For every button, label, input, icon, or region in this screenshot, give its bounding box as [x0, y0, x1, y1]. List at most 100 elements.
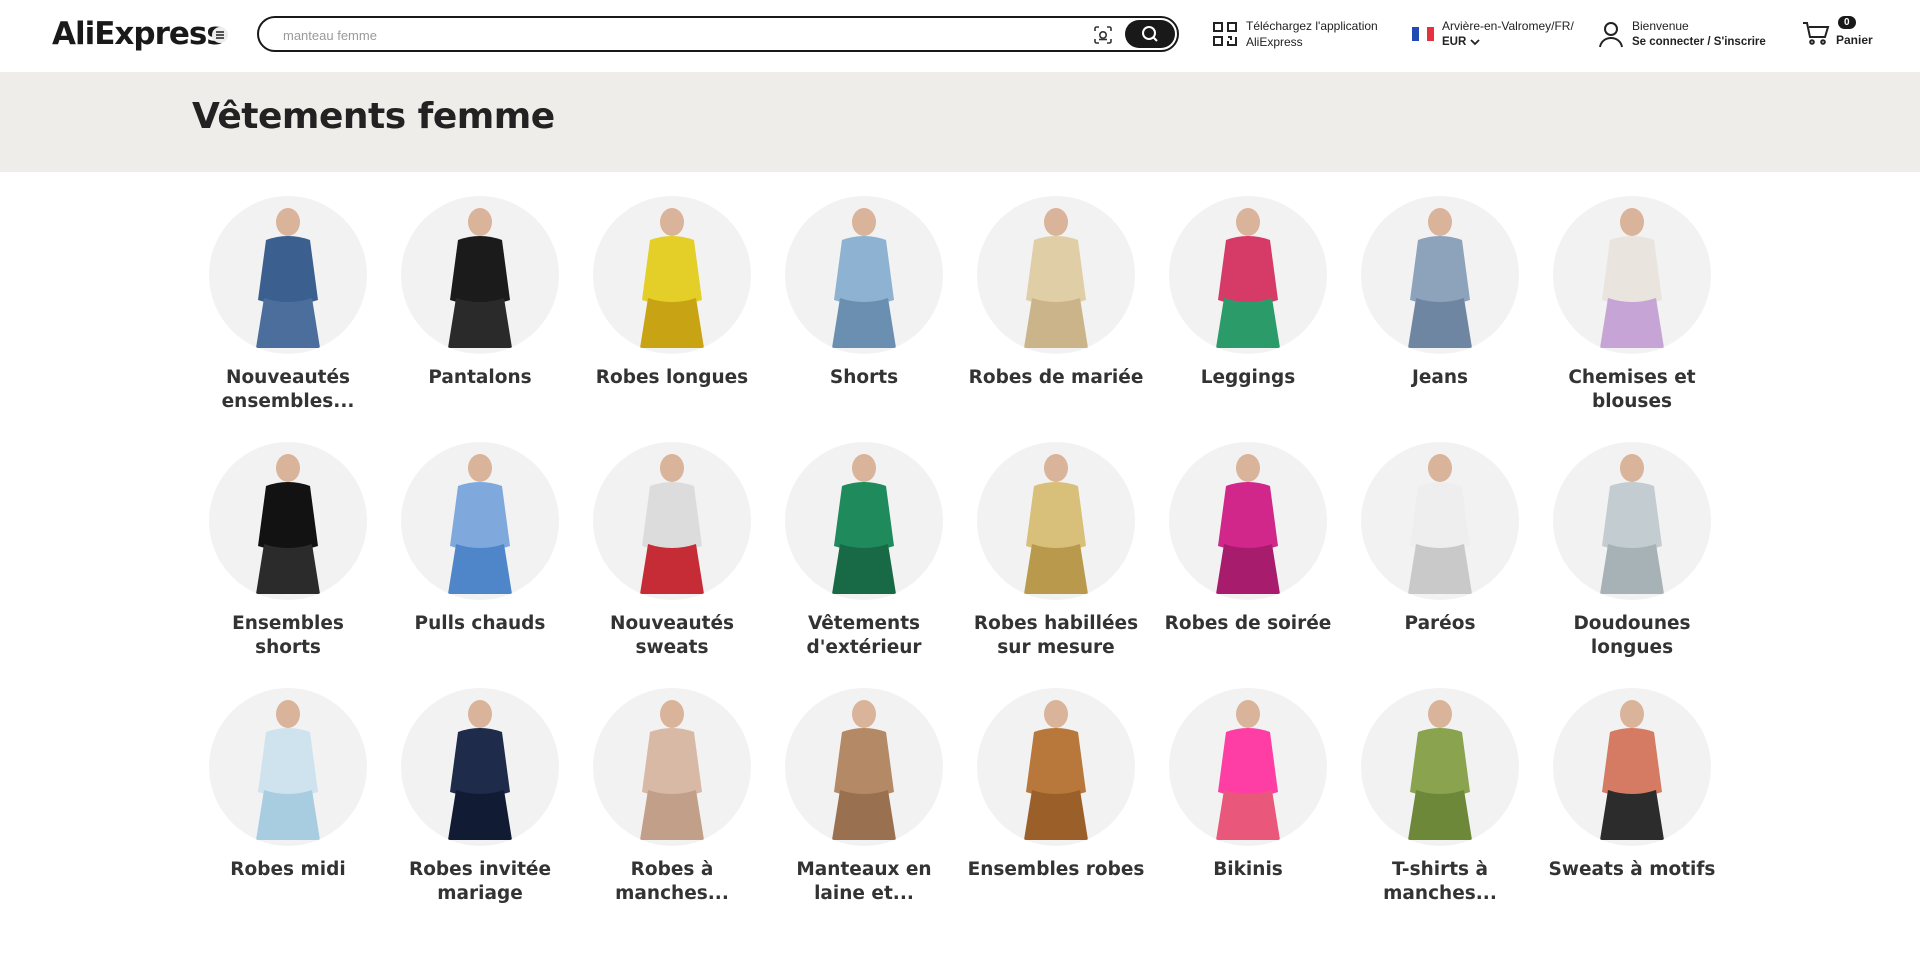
category-label[interactable]: Robes midi [192, 858, 384, 882]
beige-sleeved-dress-image[interactable] [593, 688, 751, 846]
light-blue-midi-dress-image[interactable] [209, 688, 367, 846]
category-label[interactable]: Jeans [1344, 366, 1536, 390]
denim-set-image[interactable] [209, 196, 367, 354]
category-tile[interactable]: Ensembles robes [960, 688, 1152, 882]
search-input[interactable] [281, 23, 1075, 47]
yellow-long-dress-image[interactable] [593, 196, 751, 354]
search-button[interactable] [1125, 20, 1175, 48]
category-tile[interactable]: Paréos [1344, 442, 1536, 636]
category-tile[interactable]: Manteaux en laine et... [768, 688, 960, 906]
colorful-leggings-image[interactable] [1169, 196, 1327, 354]
category-tile[interactable]: T-shirts à manches... [1344, 688, 1536, 906]
category-label[interactable]: Robes habillées sur mesure [960, 612, 1152, 660]
app-line2: AliExpress [1246, 35, 1303, 49]
printed-sweatshirt-image[interactable] [1553, 688, 1711, 846]
green-blazer-image[interactable] [785, 442, 943, 600]
gold-gown-image[interactable] [977, 442, 1135, 600]
image-search-icon[interactable] [1091, 23, 1115, 47]
brown-dress-set-image[interactable] [977, 688, 1135, 846]
category-tile[interactable]: Shorts [768, 196, 960, 390]
category-tile[interactable]: Robes de mariée [960, 196, 1152, 390]
category-tile[interactable]: Nouveautés sweats [576, 442, 768, 660]
category-tile[interactable]: Robes de soirée [1152, 442, 1344, 636]
category-tile[interactable]: Chemises et blouses [1536, 196, 1728, 414]
category-label[interactable]: Pantalons [384, 366, 576, 390]
chevron-down-icon [1470, 39, 1480, 46]
category-label[interactable]: T-shirts à manches... [1344, 858, 1536, 906]
category-tile[interactable]: Bikinis [1152, 688, 1344, 882]
welcome-text: Bienvenue [1632, 19, 1689, 33]
logo-text: AliExpress [52, 16, 225, 52]
category-label[interactable]: Nouveautés sweats [576, 612, 768, 660]
france-flag-icon [1412, 27, 1434, 41]
category-label[interactable]: Bikinis [1152, 858, 1344, 882]
category-label[interactable]: Pulls chauds [384, 612, 576, 636]
cart-icon [1803, 22, 1830, 45]
category-tile[interactable]: Pantalons [384, 196, 576, 390]
category-tile[interactable]: Robes invitée mariage [384, 688, 576, 906]
1990-sweatshirt-image[interactable] [593, 442, 751, 600]
search-bar [257, 16, 1179, 52]
category-tile[interactable]: Robes à manches... [576, 688, 768, 906]
top-header: AliExpress Téléchargez l'application Ali… [0, 0, 1920, 72]
category-label[interactable]: Vêtements d'extérieur [768, 612, 960, 660]
white-maxi-dress-image[interactable] [1361, 442, 1519, 600]
denim-shorts-image[interactable] [785, 196, 943, 354]
category-label[interactable]: Nouveautés ensembles... [192, 366, 384, 414]
account-link[interactable]: Bienvenue Se connecter / S'inscrire [1598, 16, 1766, 52]
category-label[interactable]: Chemises et blouses [1536, 366, 1728, 414]
category-tile[interactable]: Robes habillées sur mesure [960, 442, 1152, 660]
download-app-link[interactable]: Téléchargez l'application AliExpress [1212, 16, 1378, 52]
category-label[interactable]: Paréos [1344, 612, 1536, 636]
category-label[interactable]: Robes à manches... [576, 858, 768, 906]
pink-bodycon-dress-image[interactable] [1169, 442, 1327, 600]
search-icon [1142, 26, 1158, 42]
category-tile[interactable]: Jeans [1344, 196, 1536, 390]
category-label[interactable]: Manteaux en laine et... [768, 858, 960, 906]
category-tile[interactable]: Vêtements d'extérieur [768, 442, 960, 660]
category-tile[interactable]: Robes longues [576, 196, 768, 390]
category-tile[interactable]: Nouveautés ensembles... [192, 196, 384, 414]
long-puffer-coat-image[interactable] [1553, 442, 1711, 600]
aliexpress-logo[interactable]: AliExpress [52, 16, 225, 52]
app-line1: Téléchargez l'application [1246, 19, 1378, 33]
category-label[interactable]: Ensembles shorts [192, 612, 384, 660]
category-label[interactable]: Sweats à motifs [1536, 858, 1728, 882]
signin-link[interactable]: Se connecter / S'inscrire [1632, 34, 1766, 50]
blue-sweater-image[interactable] [401, 442, 559, 600]
user-icon [1599, 22, 1623, 48]
cart-label: Panier [1836, 33, 1873, 47]
currency-label: EUR [1442, 36, 1467, 48]
camel-wool-coat-image[interactable] [785, 688, 943, 846]
cart-link[interactable]: 0 Panier [1802, 16, 1882, 52]
navy-gown-image[interactable] [401, 688, 559, 846]
locale-region: Arvière-en-Valromey/FR/ [1442, 19, 1574, 33]
page-title: Vêtements femme [192, 96, 555, 137]
cart-count-badge: 0 [1838, 16, 1856, 29]
wedding-dress-image[interactable] [977, 196, 1135, 354]
black-shorts-set-image[interactable] [209, 442, 367, 600]
category-label[interactable]: Robes de mariée [960, 366, 1152, 390]
category-label[interactable]: Robes de soirée [1152, 612, 1344, 636]
category-label[interactable]: Robes longues [576, 366, 768, 390]
category-tile[interactable]: Robes midi [192, 688, 384, 882]
category-tile[interactable]: Doudounes longues [1536, 442, 1728, 660]
pink-bikini-image[interactable] [1169, 688, 1327, 846]
category-banner: Vêtements femme [0, 72, 1920, 172]
locale-selector[interactable]: Arvière-en-Valromey/FR/ EUR [1412, 16, 1574, 52]
category-tile[interactable]: Ensembles shorts [192, 442, 384, 660]
qr-code-icon [1213, 22, 1237, 46]
category-label[interactable]: Ensembles robes [960, 858, 1152, 882]
category-tile[interactable]: Sweats à motifs [1536, 688, 1728, 882]
menu-icon[interactable] [212, 27, 228, 43]
black-flare-pants-image[interactable] [401, 196, 559, 354]
green-long-sleeve-tee-image[interactable] [1361, 688, 1519, 846]
category-tile[interactable]: Pulls chauds [384, 442, 576, 636]
category-label[interactable]: Shorts [768, 366, 960, 390]
category-label[interactable]: Robes invitée mariage [384, 858, 576, 906]
category-label[interactable]: Doudounes longues [1536, 612, 1728, 660]
category-tile[interactable]: Leggings [1152, 196, 1344, 390]
lace-blouse-image[interactable] [1553, 196, 1711, 354]
category-label[interactable]: Leggings [1152, 366, 1344, 390]
flare-jeans-image[interactable] [1361, 196, 1519, 354]
